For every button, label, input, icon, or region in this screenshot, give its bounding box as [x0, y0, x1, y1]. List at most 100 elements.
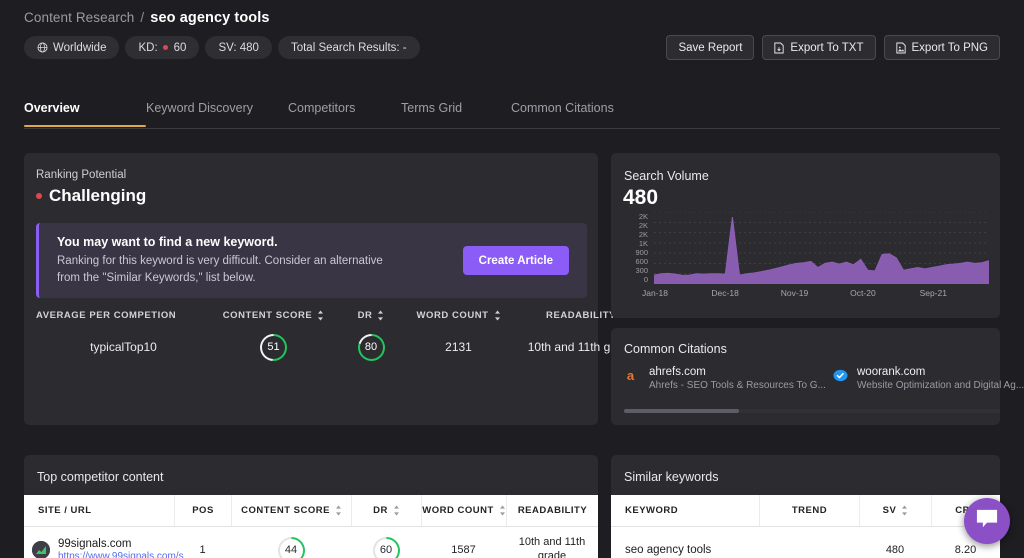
col-trend: TREND: [759, 495, 859, 526]
chart-plot-area: [653, 211, 990, 285]
col-readability: READABILITY: [506, 495, 598, 526]
tab-overview-label: Overview: [24, 101, 80, 115]
chip-kd-value: 60: [173, 41, 187, 54]
x-tick-label: Nov-19: [780, 288, 809, 298]
chip-sv-label: SV: 480: [218, 41, 259, 54]
sort-icon[interactable]: [335, 505, 342, 516]
create-article-button[interactable]: Create Article: [462, 246, 569, 275]
area-chart-svg: [653, 211, 990, 285]
search-volume-value: 480: [623, 186, 659, 209]
sort-icon[interactable]: [377, 310, 384, 321]
y-tick-label: 1K: [638, 239, 648, 248]
table-row[interactable]: seo agency tools 480 8.20: [611, 527, 1000, 558]
cell-content-score: 44: [231, 536, 351, 558]
search-volume-title: Search Volume: [624, 169, 709, 183]
average-metrics: AVERAGE PER COMPETION CONTENT SCORE DR W…: [36, 310, 634, 373]
citation-description: Ahrefs - SEO Tools & Resources To G...: [649, 380, 826, 391]
breadcrumb: Content Research / seo agency tools: [24, 10, 270, 26]
chip-worldwide-label: Worldwide: [53, 41, 107, 54]
cell-word-count: 1587: [451, 544, 476, 556]
sort-icon[interactable]: [494, 310, 501, 321]
competitors-table: SITE / URL POS CONTENT SCORE DR WORD COU…: [24, 495, 598, 558]
chip-total-search-results-label: Total Search Results: -: [290, 41, 407, 54]
header-actions: Save Report Export To TXT Export To PNG: [666, 35, 1000, 60]
y-tick-label: 2K: [638, 212, 648, 221]
cell-dr: 60: [351, 536, 421, 558]
tab-competitors[interactable]: Competitors: [288, 95, 401, 126]
woorank-logo-icon: [832, 367, 849, 384]
chip-total-search-results[interactable]: Total Search Results: -: [277, 36, 420, 59]
sort-icon[interactable]: [393, 505, 400, 516]
table-row[interactable]: 99signals.com https://www.99signals.com/…: [24, 527, 598, 558]
ahrefs-logo-icon: a: [624, 367, 641, 384]
chart-y-axis: 2K 2K 2K 1K 900 600 300 0: [624, 212, 648, 284]
cell-keyword: seo agency tools: [625, 544, 712, 556]
col-sv[interactable]: SV: [859, 495, 931, 526]
tab-bar: Overview Keyword Discovery Competitors T…: [24, 95, 1000, 129]
export-to-png-button[interactable]: Export To PNG: [883, 35, 1000, 60]
tab-overview[interactable]: Overview: [24, 95, 146, 127]
export-to-png-label: Export To PNG: [911, 41, 989, 54]
y-tick-label: 300: [635, 266, 648, 275]
sort-icon[interactable]: [901, 505, 908, 516]
kd-difficulty-dot-icon: [162, 45, 168, 50]
content-score-ring: 44: [277, 536, 305, 558]
page-title: seo agency tools: [150, 10, 270, 26]
chip-kd[interactable]: KD: 60: [125, 36, 200, 59]
tab-terms-grid[interactable]: Terms Grid: [401, 95, 511, 126]
cell-sv: 480: [885, 544, 905, 556]
list-item[interactable]: a ahrefs.com Ahrefs - SEO Tools & Resour…: [624, 366, 826, 391]
metric-header-word-count[interactable]: WORD COUNT: [406, 310, 511, 321]
col-word-count[interactable]: WORD COUNT: [421, 495, 506, 526]
metric-content-score-value: 51: [211, 321, 336, 373]
top-competitor-content-card: Top competitor content SITE / URL POS CO…: [24, 455, 598, 558]
citations-horizontal-scrollbar[interactable]: [624, 409, 1000, 413]
x-tick-label: Jan-18: [642, 288, 668, 298]
tab-keyword-discovery[interactable]: Keyword Discovery: [146, 95, 288, 126]
metric-header-content-score[interactable]: CONTENT SCORE: [211, 310, 336, 321]
dr-ring: 80: [357, 333, 385, 361]
site-url[interactable]: https://www.99signals.com/s: [58, 551, 184, 558]
globe-icon: [37, 42, 48, 53]
metric-dr-value: 80: [336, 321, 406, 373]
chat-bubble-icon: [975, 508, 999, 535]
similar-keywords-table: KEYWORD TREND SV CPC seo agency tools 48…: [611, 495, 1000, 558]
status-dot-icon: [36, 193, 42, 199]
alert-title: You may want to find a new keyword.: [57, 234, 278, 249]
scrollbar-thumb[interactable]: [624, 409, 739, 413]
sort-icon[interactable]: [317, 310, 324, 321]
col-dr[interactable]: DR: [351, 495, 421, 526]
chip-sv[interactable]: SV: 480: [205, 36, 272, 59]
competitors-table-header: SITE / URL POS CONTENT SCORE DR WORD COU…: [24, 495, 598, 527]
breadcrumb-parent[interactable]: Content Research: [24, 10, 134, 25]
save-report-button[interactable]: Save Report: [666, 35, 755, 60]
similar-keywords-card: Similar keywords KEYWORD TREND SV CPC se…: [611, 455, 1000, 558]
svg-text:a: a: [627, 368, 635, 383]
cell-site-url: 99signals.com https://www.99signals.com/…: [24, 538, 184, 558]
citation-domain: ahrefs.com: [649, 366, 706, 378]
chat-widget-button[interactable]: [964, 498, 1010, 544]
export-to-txt-button[interactable]: Export To TXT: [762, 35, 876, 60]
tab-common-citations[interactable]: Common Citations: [511, 95, 614, 126]
ranking-potential-status: Challenging: [36, 186, 146, 206]
breadcrumb-separator: /: [140, 10, 145, 25]
metric-word-count-value: 2131: [445, 340, 472, 354]
y-tick-label: 2K: [638, 221, 648, 230]
list-item[interactable]: woorank.com Website Optimization and Dig…: [832, 366, 1024, 391]
save-report-label: Save Report: [678, 41, 743, 54]
col-site-url: SITE / URL: [38, 505, 92, 516]
dr-ring: 60: [372, 536, 400, 558]
chip-worldwide[interactable]: Worldwide: [24, 36, 120, 59]
col-content-score[interactable]: CONTENT SCORE: [231, 495, 351, 526]
tab-common-citations-label: Common Citations: [511, 101, 614, 115]
site-favicon-icon: [32, 541, 50, 558]
ranking-potential-label: Ranking Potential: [36, 169, 127, 181]
x-tick-label: Dec-18: [711, 288, 739, 298]
chip-kd-label: KD:: [138, 41, 158, 54]
file-download-icon: [774, 42, 785, 54]
sort-icon[interactable]: [499, 505, 506, 516]
metric-header-dr[interactable]: DR: [336, 310, 406, 321]
status-badge: Challenging: [49, 186, 147, 205]
similar-keywords-title: Similar keywords: [624, 470, 719, 484]
site-name: 99signals.com: [58, 538, 132, 550]
